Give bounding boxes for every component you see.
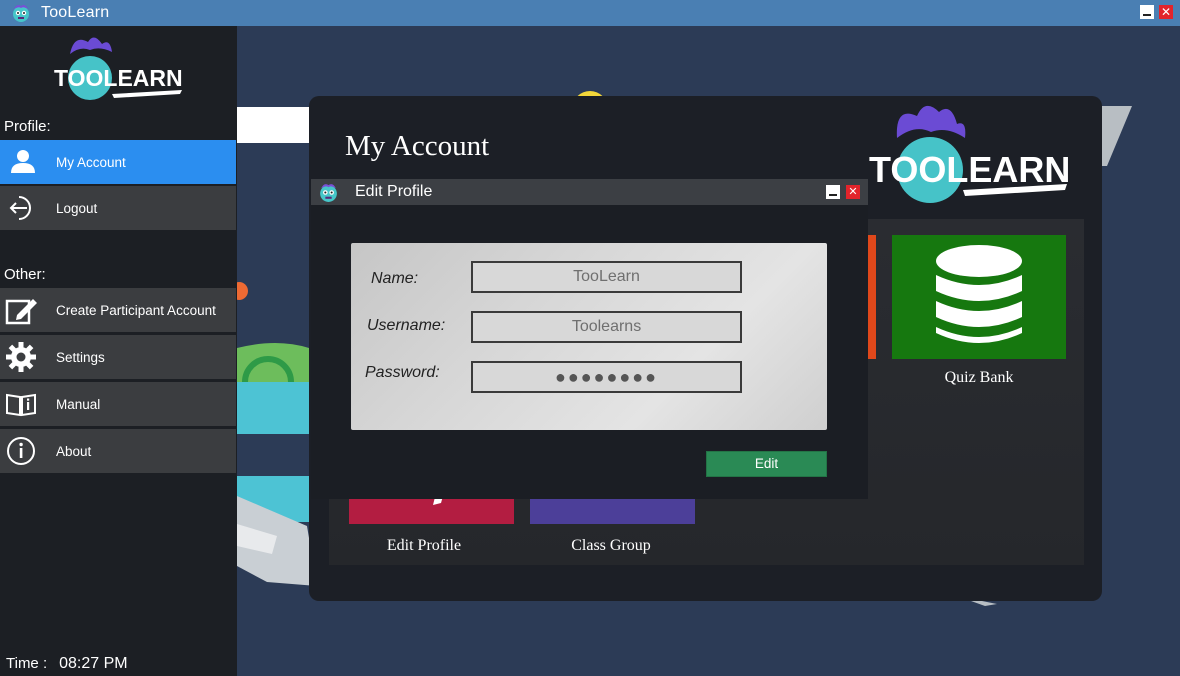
page-title: My Account (345, 130, 490, 162)
sidebar-item-label: Manual (56, 396, 101, 412)
profile-form: Name: Username: Password: (351, 243, 827, 430)
username-label: Username: (367, 317, 446, 334)
minimize-button[interactable] (1140, 5, 1154, 19)
sidebar-item-manual[interactable]: Manual (0, 382, 236, 426)
window-title: TooLearn (41, 4, 110, 21)
dialog-titlebar: Edit Profile ✕ (311, 179, 868, 205)
username-field[interactable] (471, 311, 742, 343)
clock: Time : 08:27 PM (6, 655, 128, 673)
user-icon (11, 150, 35, 173)
dialog-close-button[interactable]: ✕ (846, 185, 860, 199)
gear-icon (6, 342, 36, 372)
class-group-label: Class Group (571, 537, 651, 554)
database-icon (936, 245, 1022, 343)
book-icon (6, 393, 36, 417)
sidebar-item-label: Settings (56, 349, 105, 365)
logout-icon (9, 196, 31, 220)
sidebar-item-label: My Account (56, 154, 126, 170)
sidebar-item-my-account[interactable]: My Account (0, 140, 236, 184)
app-logo-icon (13, 5, 29, 22)
time-label: Time : (6, 655, 48, 672)
app-logo-icon (320, 184, 337, 202)
password-field[interactable] (471, 361, 742, 393)
svg-text:TOOLEARN: TOOLEARN (869, 149, 1070, 190)
edit-icon (5, 299, 37, 325)
toolearn-logo: TOOLEARN (869, 105, 1070, 203)
sidebar-item-settings[interactable]: Settings (0, 335, 236, 379)
quiz-bank-label: Quiz Bank (944, 369, 1014, 386)
password-label: Password: (365, 364, 440, 381)
close-button[interactable]: ✕ (1159, 5, 1173, 19)
edit-profile-label: Edit Profile (386, 537, 462, 554)
name-label: Name: (371, 270, 419, 287)
sidebar-item-label: Create Participant Account (56, 302, 216, 318)
other-section-label: Other: (4, 266, 46, 283)
window-titlebar: TooLearn ✕ (0, 0, 1180, 26)
info-icon (7, 437, 35, 465)
sidebar: TOOLEARN Profile: My Account Logout Othe… (0, 26, 237, 676)
name-field[interactable] (471, 261, 742, 293)
profile-section-label: Profile: (4, 118, 51, 135)
sidebar-item-label: Logout (56, 200, 98, 216)
sidebar-item-label: About (56, 443, 92, 459)
dialog-title: Edit Profile (355, 183, 433, 200)
svg-text:TOOLEARN: TOOLEARN (54, 65, 183, 91)
toolearn-logo: TOOLEARN (54, 37, 183, 100)
sidebar-item-logout[interactable]: Logout (0, 186, 236, 230)
time-value: 08:27 PM (59, 655, 128, 672)
sidebar-item-about[interactable]: About (0, 429, 236, 473)
sidebar-item-create-participant-account[interactable]: Create Participant Account (0, 288, 236, 332)
edit-button[interactable]: Edit (706, 451, 827, 477)
edit-profile-dialog: Edit Profile ✕ Name: Username: Password:… (311, 179, 868, 499)
quiz-bank-tile[interactable] (892, 235, 1066, 359)
dialog-minimize-button[interactable] (826, 185, 840, 199)
